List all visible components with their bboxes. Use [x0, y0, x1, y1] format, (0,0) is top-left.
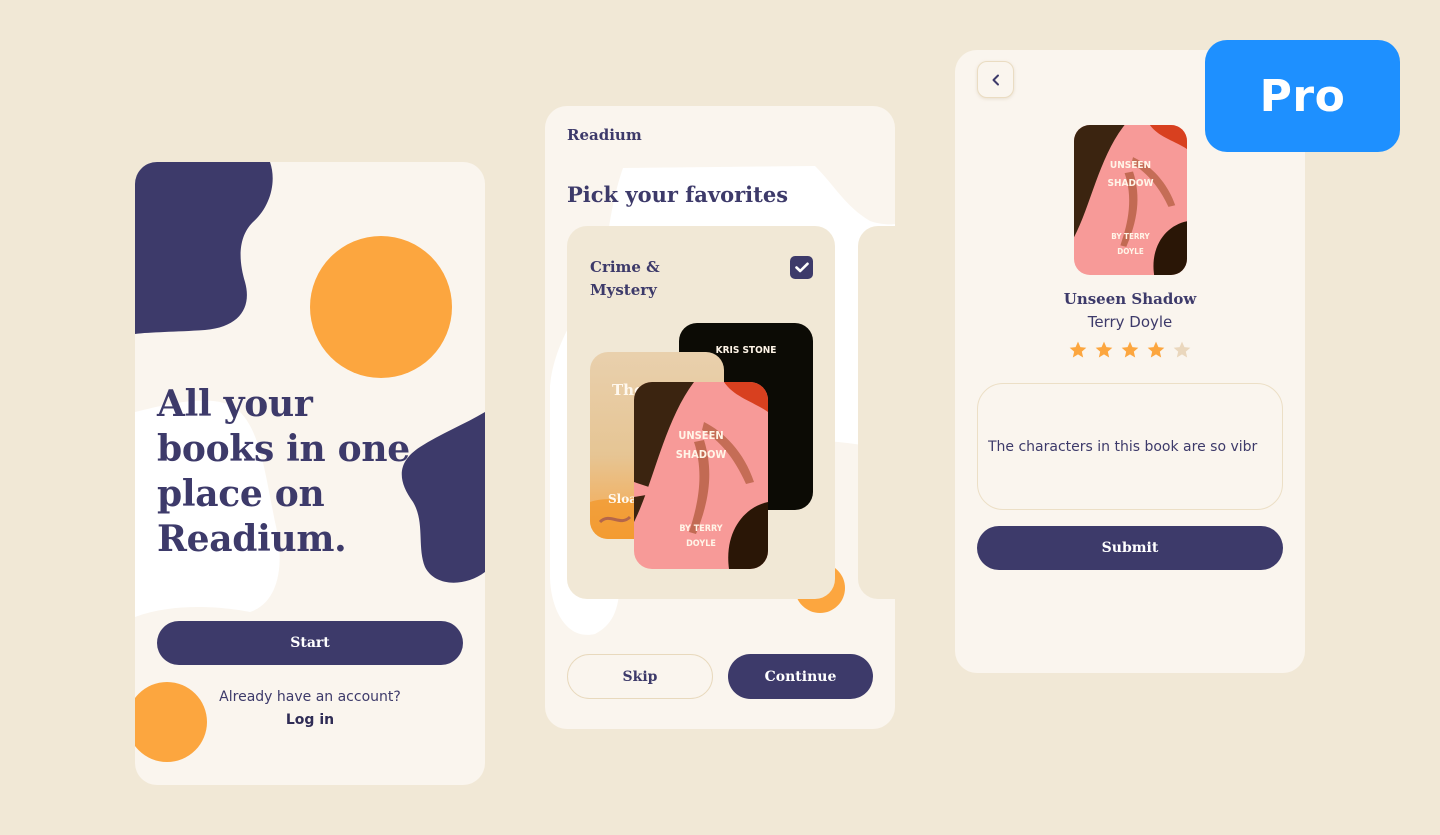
genre-card-crime-mystery[interactable]: Crime & Mystery KRIS STONE The... In... …: [567, 226, 835, 599]
genre-checkbox[interactable]: [790, 256, 813, 279]
rating-stars[interactable]: [955, 340, 1305, 360]
cover-author-line: BY TERRY: [1111, 232, 1150, 241]
cover-author: BY TERRY DOYLE: [1074, 229, 1187, 259]
cover-author-line: DOYLE: [686, 539, 716, 549]
book-cover-unseen-shadow: UNSEEN SHADOW BY TERRY DOYLE: [634, 382, 768, 569]
genre-card-next[interactable]: [858, 226, 895, 599]
cover-title: UNSEEN SHADOW: [634, 426, 768, 464]
headline-line: books in one: [157, 428, 410, 470]
star-empty-icon[interactable]: [1172, 340, 1192, 360]
headline-line: place on: [157, 473, 325, 515]
skip-button[interactable]: Skip: [567, 654, 713, 699]
login-link[interactable]: Log in: [135, 712, 485, 728]
cover-title-line: SHADOW: [1107, 178, 1154, 189]
star-filled-icon[interactable]: [1120, 340, 1140, 360]
cover-title-line: UNSEEN: [678, 429, 724, 442]
star-filled-icon[interactable]: [1068, 340, 1088, 360]
genre-label: Crime & Mystery: [590, 258, 660, 299]
star-filled-icon[interactable]: [1146, 340, 1166, 360]
cover-author-line: DOYLE: [1117, 247, 1144, 256]
navy-blob-top-left: [135, 162, 273, 334]
cover-title-line: SHADOW: [675, 448, 727, 461]
headline-line: All your: [157, 383, 313, 425]
orange-circle-top: [310, 236, 452, 378]
cover-author: BY TERRY DOYLE: [634, 522, 768, 552]
review-text: The characters in this book are so vibr: [988, 438, 1258, 455]
account-prompt: Already have an account?: [219, 689, 401, 705]
checkmark-icon: [794, 262, 809, 273]
star-filled-icon[interactable]: [1094, 340, 1114, 360]
review-input[interactable]: The characters in this book are so vibr: [977, 383, 1283, 510]
continue-button[interactable]: Continue: [728, 654, 873, 699]
book-cover-unseen-shadow: UNSEEN SHADOW BY TERRY DOYLE: [1074, 125, 1187, 275]
app-brand: Readium: [567, 126, 642, 144]
back-button[interactable]: [977, 61, 1014, 98]
pro-badge: Pro: [1205, 40, 1400, 152]
cover-title-line: UNSEEN: [1109, 160, 1152, 171]
cover-title: UNSEEN SHADOW: [1074, 157, 1187, 193]
chevron-left-icon: [992, 74, 999, 85]
welcome-screen: All your books in one place on Readium. …: [135, 162, 485, 785]
page-title: Pick your favorites: [567, 182, 789, 207]
submit-button[interactable]: Submit: [977, 526, 1283, 570]
start-button[interactable]: Start: [157, 621, 463, 665]
headline-line: Readium.: [157, 518, 347, 560]
cover-author-line: BY TERRY: [679, 524, 723, 534]
favorites-screen: Readium Pick your favorites Crime & Myst…: [545, 106, 895, 729]
book-author: Terry Doyle: [1087, 313, 1173, 331]
book-title: Unseen Shadow: [1063, 290, 1197, 308]
welcome-headline: All your books in one place on Readium.: [157, 382, 477, 562]
